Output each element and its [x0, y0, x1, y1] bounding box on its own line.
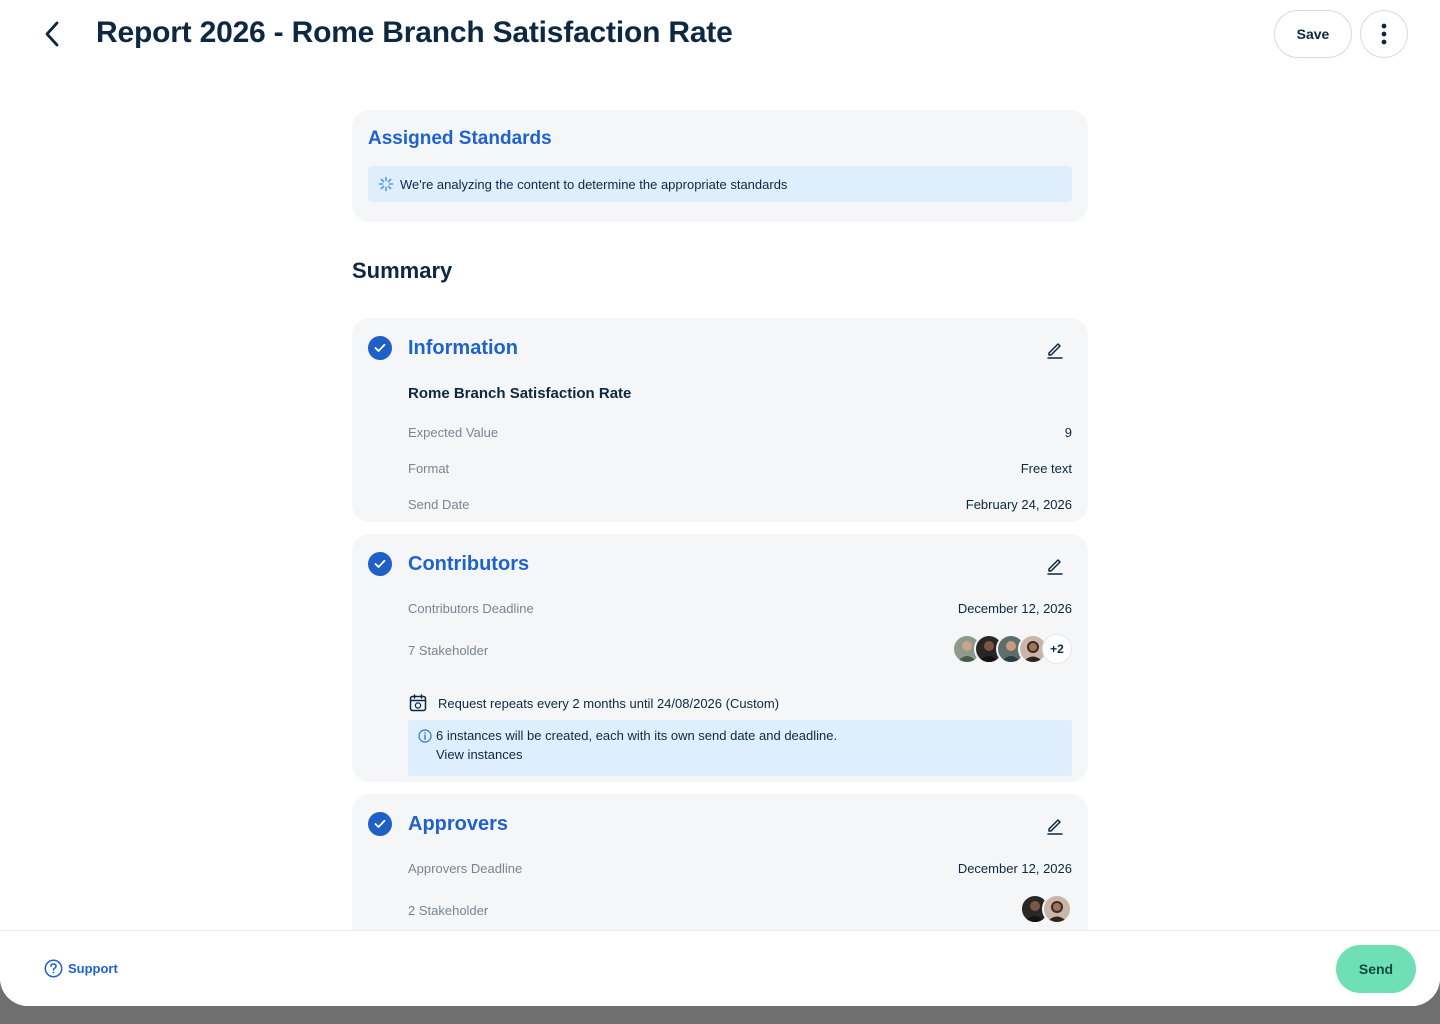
- assigned-standards-title: Assigned Standards: [368, 128, 552, 149]
- repeat-text: Request repeats every 2 months until 24/…: [438, 695, 780, 711]
- avatar: [1042, 894, 1072, 924]
- check-circle-icon: [368, 336, 392, 360]
- check-circle-icon: [368, 812, 392, 836]
- expected-value: 9: [1064, 425, 1072, 440]
- approvers-avatars[interactable]: [1020, 894, 1072, 924]
- main-content: Assigned Standards We're analyzing the c…: [352, 110, 1088, 974]
- check-circle-icon: [368, 552, 392, 576]
- save-button[interactable]: Save: [1274, 10, 1352, 58]
- expected-value-label: Expected Value: [408, 425, 499, 440]
- pencil-icon: [1047, 559, 1063, 575]
- page-footer: Support Send: [0, 930, 1440, 1006]
- contributors-card: Contributors Contributors Deadline Decem…: [352, 534, 1088, 782]
- summary-title: Summary: [352, 258, 453, 283]
- instances-info-banner: 6 instances will be created, each with i…: [408, 720, 1072, 776]
- analyzing-text: We're analyzing the content to determine…: [400, 176, 788, 192]
- information-name: Rome Branch Satisfaction Rate: [408, 385, 632, 402]
- contributors-avatars[interactable]: +2: [952, 634, 1072, 664]
- format-value: Free text: [1020, 461, 1072, 476]
- help-circle-icon: [44, 959, 63, 978]
- approvers-deadline-label: Approvers Deadline: [408, 861, 523, 876]
- contributors-deadline-value: December 12, 2026: [957, 601, 1072, 616]
- contributors-stakeholder-label: 7 Stakeholder: [408, 643, 489, 658]
- format-label: Format: [408, 461, 450, 476]
- send-date-value: February 24, 2026: [965, 497, 1072, 512]
- approvers-deadline-value: December 12, 2026: [957, 861, 1072, 876]
- analyzing-banner: We're analyzing the content to determine…: [368, 166, 1072, 202]
- more-options-button[interactable]: [1360, 10, 1408, 58]
- pencil-icon: [1047, 343, 1063, 359]
- edit-approvers-button[interactable]: [1042, 812, 1068, 838]
- loading-spinner-icon: [378, 176, 394, 192]
- edit-information-button[interactable]: [1042, 336, 1068, 362]
- support-link[interactable]: Support: [44, 959, 118, 978]
- app-window: Report 2026 - Rome Branch Satisfaction R…: [0, 0, 1440, 1006]
- information-title: Information: [408, 337, 518, 359]
- send-date-label: Send Date: [408, 497, 470, 512]
- info-icon: [418, 728, 432, 743]
- pencil-icon: [1047, 819, 1063, 835]
- information-card: Information Rome Branch Satisfaction Rat…: [352, 318, 1088, 522]
- approvers-title: Approvers: [408, 813, 509, 835]
- instances-info-text: 6 instances will be created, each with i…: [436, 728, 838, 743]
- page-header: Report 2026 - Rome Branch Satisfaction R…: [0, 0, 1440, 72]
- page-title: Report 2026 - Rome Branch Satisfaction R…: [96, 16, 733, 49]
- chevron-left-icon: [45, 21, 59, 47]
- send-button[interactable]: Send: [1336, 945, 1416, 993]
- contributors-deadline-label: Contributors Deadline: [408, 601, 534, 616]
- more-stakeholders-badge[interactable]: +2: [1042, 634, 1072, 664]
- assigned-standards-card: Assigned Standards We're analyzing the c…: [352, 110, 1088, 222]
- approvers-stakeholder-label: 2 Stakeholder: [408, 903, 489, 918]
- contributors-title: Contributors: [408, 553, 530, 575]
- view-instances-link[interactable]: View instances: [436, 747, 1062, 762]
- back-button[interactable]: [34, 16, 70, 52]
- edit-contributors-button[interactable]: [1042, 552, 1068, 578]
- calendar-repeat-icon: [409, 694, 427, 712]
- repeat-schedule: Request repeats every 2 months until 24/…: [408, 693, 779, 713]
- support-label: Support: [68, 961, 118, 976]
- more-vertical-icon: [1381, 23, 1387, 45]
